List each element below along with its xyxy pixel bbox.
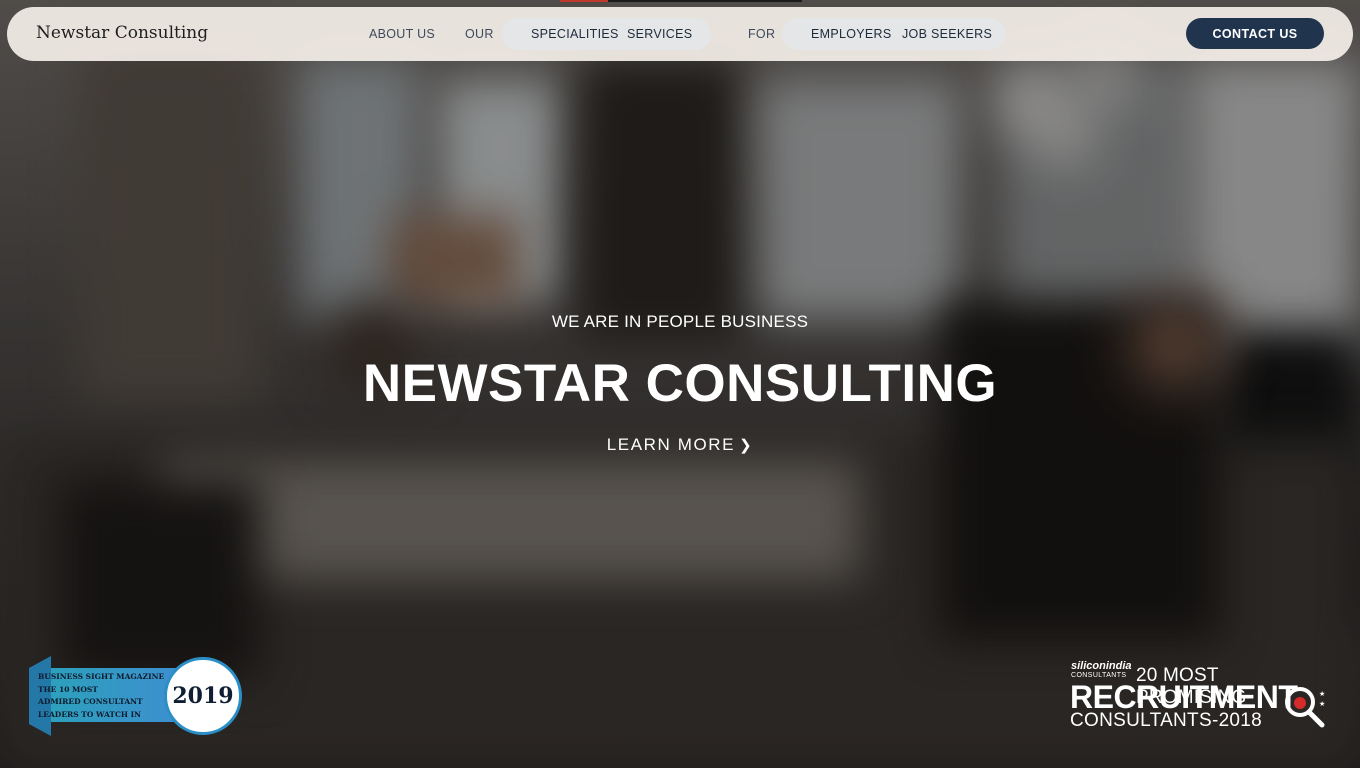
top-accent-dark [608,0,802,2]
siliconindia-logo: siliconindia [1071,660,1132,672]
nav-employers[interactable]: EMPLOYERS [811,27,892,41]
award-line: THE 10 MOST [38,684,98,694]
business-sight-award-badge: BUSINESS SIGHT MAGAZINE THE 10 MOST ADMI… [29,656,245,736]
nav-our-label[interactable]: OUR [465,27,494,41]
nav-services[interactable]: SERVICES [627,27,692,41]
hero-title: NEWSTAR CONSULTING [362,354,998,413]
learn-more-link[interactable]: LEARN MORE ❯ [0,435,1360,455]
nav-for-label[interactable]: FOR [748,27,775,41]
svg-text:★: ★ [1319,700,1325,708]
nav-about-us[interactable]: ABOUT US [369,27,435,41]
top-accent-red [560,0,608,2]
contact-us-button[interactable]: CONTACT US [1186,18,1324,49]
siliconindia-logo-sub: CONSULTANTS [1071,672,1127,679]
chevron-right-icon: ❯ [739,437,754,454]
learn-more-label: LEARN MORE [606,435,736,454]
award-year-circle: 2019 [164,657,242,735]
brand-logo-text[interactable]: Newstar Consulting [36,23,208,43]
nav-specialities[interactable]: SPECIALITIES [531,27,619,41]
award-line: LEADERS TO WATCH IN [38,709,141,719]
siliconindia-award-badge: siliconindia CONSULTANTS 20 MOST PROMISI… [1070,660,1332,738]
award-line: BUSINESS SIGHT MAGAZINE [38,672,165,681]
magnifier-icon: ★ ★ [1285,687,1325,728]
award-line: ADMIRED CONSULTANT [38,697,143,706]
award-ribbon-text: BUSINESS SIGHT MAGAZINE THE 10 MOST ADMI… [38,671,168,721]
hero-tagline: WE ARE IN PEOPLE BUSINESS [551,312,809,331]
award-year: 2019 [172,683,234,709]
nav-job-seekers[interactable]: JOB SEEKERS [902,27,992,41]
svg-text:★: ★ [1319,690,1325,698]
top-navigation-bar: Newstar Consulting ABOUT US OUR SPECIALI… [7,7,1353,61]
award-right-line3: CONSULTANTS-2018 [1070,710,1263,731]
